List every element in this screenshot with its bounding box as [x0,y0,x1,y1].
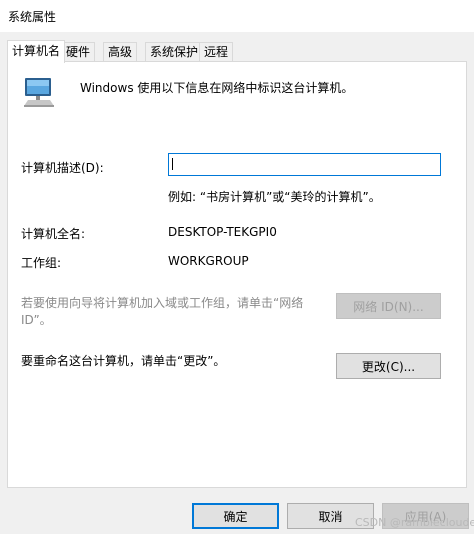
rename-text: 要重命名这台计算机，请单击“更改”。 [21,354,226,368]
computer-name-panel: Windows 使用以下信息在网络中标识这台计算机。 计算机描述(D): 例如:… [7,61,467,488]
description-example: 例如: “书房计算机”或“美玲的计算机”。 [168,190,381,204]
tab-computer-name[interactable]: 计算机名 [7,40,66,63]
tab-remote[interactable]: 远程 [199,42,234,61]
change-button[interactable]: 更改(C)... [336,353,441,379]
ok-button[interactable]: 确定 [192,503,279,529]
window-title: 系统属性 [8,10,57,24]
title-bar: 系统属性 [0,0,474,32]
tab-hardware[interactable]: 硬件 [61,42,96,61]
network-id-text-line2: ID”。 [21,313,52,327]
full-name-value: DESKTOP-TEKGPI0 [168,225,277,239]
network-id-button[interactable]: 网络 ID(N)... [336,293,441,319]
network-id-text-line1: 若要使用向导将计算机加入域或工作组，请单击“网络 [21,296,304,310]
intro-text: Windows 使用以下信息在网络中标识这台计算机。 [80,81,354,95]
tab-system-protection[interactable]: 系统保护 [145,42,204,61]
computer-description-input[interactable] [168,153,441,176]
watermark-text: CSDN @ramblecloude [355,516,474,529]
tab-advanced[interactable]: 高级 [103,42,138,61]
description-label: 计算机描述(D): [21,161,104,175]
workgroup-label: 工作组: [21,256,62,270]
workgroup-value: WORKGROUP [168,254,249,268]
full-name-label: 计算机全名: [21,227,86,241]
computer-icon [24,78,54,107]
text-caret [172,158,173,170]
system-properties-dialog: 计算机名 硬件 高级 系统保护 远程 Windows 使用以下信息在网络中标识这… [0,32,474,534]
